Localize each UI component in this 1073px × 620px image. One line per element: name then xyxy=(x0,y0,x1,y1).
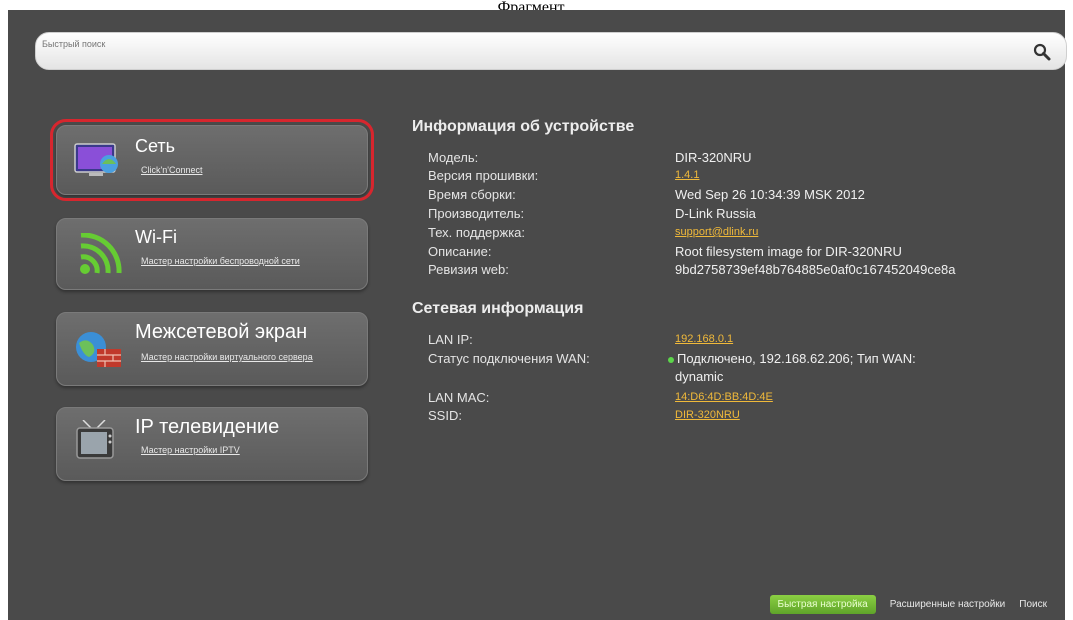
firewall-globe-icon xyxy=(76,332,121,367)
support-label: Тех. поддержка: xyxy=(428,225,526,240)
vendor-value: D-Link Russia xyxy=(675,206,756,221)
ssid-link[interactable]: DIR-320NRU xyxy=(675,409,740,421)
tv-icon xyxy=(76,420,114,459)
build-time-label: Время сборки: xyxy=(428,187,516,202)
model-label: Модель: xyxy=(428,150,479,165)
web-revision-label: Ревизия web: xyxy=(428,262,509,277)
wan-type-value: dynamic xyxy=(675,369,724,384)
search-bar[interactable] xyxy=(35,32,1067,70)
tile-network-title: Сеть xyxy=(135,136,176,156)
wifi-icon xyxy=(80,233,122,274)
bottom-nav: Быстрая настройка Расширенные настройки … xyxy=(769,595,1047,614)
lan-mac-link[interactable]: 14:D6:4D:BB:4D:4E xyxy=(675,391,773,403)
tile-network-link[interactable]: Click'n'Connect xyxy=(141,164,351,176)
tile-firewall-link[interactable]: Мастер настройки виртуального сервера xyxy=(141,351,351,363)
router-admin-screen: Сеть Click'n'Connect Wi-Fi Мастер настро… xyxy=(8,10,1067,620)
search-input[interactable] xyxy=(42,37,1002,51)
status-ok-icon xyxy=(668,356,674,363)
tile-firewall[interactable]: Межсетевой экран Мастер настройки виртуа… xyxy=(56,312,368,386)
search-icon[interactable] xyxy=(1032,42,1052,62)
description-value: Root filesystem image for DIR-320NRU xyxy=(675,244,902,259)
tile-wifi[interactable]: Wi-Fi Мастер настройки беспроводной сети xyxy=(56,218,368,290)
build-time-value: Wed Sep 26 10:34:39 MSK 2012 xyxy=(675,187,865,202)
firmware-link[interactable]: 1.4.1 xyxy=(675,169,699,181)
tile-network[interactable]: Сеть Click'n'Connect xyxy=(50,119,374,201)
lan-ip-link[interactable]: 192.168.0.1 xyxy=(675,333,733,345)
ssid-label: SSID: xyxy=(428,408,462,423)
vendor-label: Производитель: xyxy=(428,206,525,221)
wan-status-value: Подключено, 192.168.62.206; Тип WAN: xyxy=(668,351,916,366)
search-link[interactable]: Поиск xyxy=(1019,599,1047,610)
tile-iptv[interactable]: IP телевидение Мастер настройки IPTV xyxy=(56,407,368,481)
quick-setup-button[interactable]: Быстрая настройка xyxy=(769,595,876,614)
firmware-label: Версия прошивки: xyxy=(428,168,539,183)
web-revision-value: 9bd2758739ef48b764885e0af0c167452049ce8a xyxy=(675,262,956,277)
lan-mac-label: LAN MAC: xyxy=(428,390,490,405)
advanced-settings-link[interactable]: Расширенные настройки xyxy=(890,599,1006,610)
tile-iptv-title: IP телевидение xyxy=(135,416,280,438)
model-value: DIR-320NRU xyxy=(675,150,752,165)
tile-wifi-title: Wi-Fi xyxy=(135,227,177,247)
tile-firewall-title: Межсетевой экран xyxy=(135,321,308,343)
wan-status-text: Подключено, 192.168.62.206; Тип WAN: xyxy=(677,351,916,366)
network-info-heading: Сетевая информация xyxy=(412,300,584,317)
tile-wifi-link[interactable]: Мастер настройки беспроводной сети xyxy=(141,255,351,267)
description-label: Описание: xyxy=(428,244,492,259)
tile-iptv-link[interactable]: Мастер настройки IPTV xyxy=(141,444,351,456)
network-monitor-icon xyxy=(74,143,118,176)
wan-status-label: Статус подключения WAN: xyxy=(428,351,590,366)
lan-ip-label: LAN IP: xyxy=(428,332,473,347)
device-info-heading: Информация об устройстве xyxy=(412,118,635,135)
support-link[interactable]: support@dlink.ru xyxy=(675,226,758,238)
